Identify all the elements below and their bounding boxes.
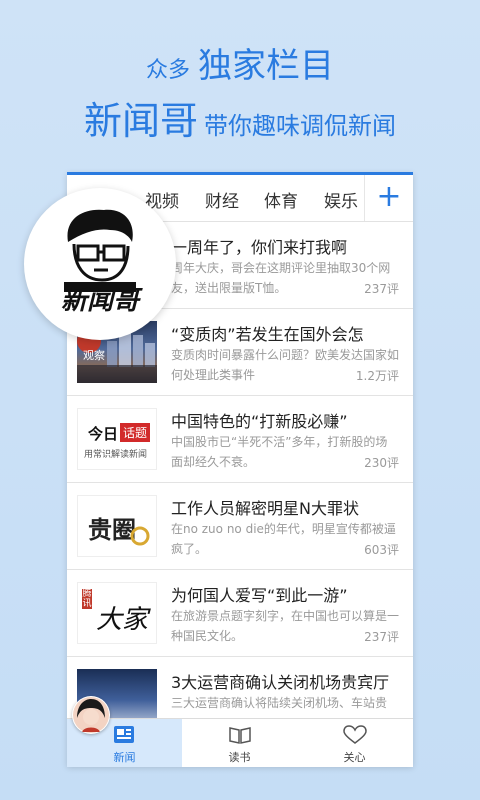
cartoon-face-icon [64, 209, 136, 292]
dajia-logo-text: 大家 [96, 605, 149, 635]
tab-finance[interactable]: 财经 [205, 187, 239, 212]
list-item[interactable]: 腾讯 大家 为何国人爱写“到此一游” 在旅游景点题字刻字，在中国也可以算是一种国… [67, 570, 413, 657]
nav-reading[interactable]: 读书 [182, 719, 297, 767]
comment-count: 603评 [362, 541, 399, 558]
list-item[interactable]: 3大运营商确认关闭机场贵宾厅 三大运营商确认将陆续关闭机场、车站贵 [67, 657, 413, 718]
guiquan-logo-mark-icon [130, 526, 150, 546]
nav-reading-label: 读书 [228, 751, 251, 764]
article-thumbnail: 今日 话题 用常识解读新闻 [77, 408, 157, 470]
article-title: 中国特色的“打新股必赚” [171, 412, 348, 431]
news-icon [114, 726, 134, 743]
xinwenge-logo-lens: 新闻哥 [24, 188, 176, 340]
promo-line-2-big: 新闻哥 [83, 99, 198, 143]
comment-count: 237评 [362, 628, 399, 645]
tab-entertainment[interactable]: 娱乐 [324, 187, 358, 212]
avatar-icon [73, 697, 109, 733]
jinri-logo-text: 今日 [88, 425, 119, 443]
article-thumbnail: 贵圈 [77, 495, 157, 557]
article-thumbnail: 腾讯 大家 [77, 582, 157, 644]
dajia-side-label: 腾讯 [82, 589, 92, 609]
tab-sports[interactable]: 体育 [264, 187, 298, 212]
comment-count: 1.2万评 [353, 367, 399, 384]
promo-line-1: 众多 独家栏目 [0, 38, 480, 87]
user-avatar[interactable] [72, 696, 110, 734]
add-tab-button[interactable]: + [364, 175, 413, 221]
list-item[interactable]: 今日 话题 用常识解读新闻 中国特色的“打新股必赚” 中国股市已“半死不活”多年… [67, 396, 413, 483]
article-summary: 三大运营商确认将陆续关闭机场、车站贵 [171, 696, 388, 710]
article-title: “变质肉”若发生在国外会怎 [171, 325, 364, 344]
promo-line-1-big: 独家栏目 [198, 46, 334, 86]
jinri-subtitle: 用常识解读新闻 [84, 450, 148, 460]
article-title: 工作人员解密明星N大罪状 [171, 499, 359, 518]
comment-count: 230评 [362, 454, 399, 471]
promo-line-1-small: 众多 [145, 58, 190, 83]
nav-care[interactable]: 关心 [297, 719, 412, 767]
heart-icon [343, 725, 367, 744]
article-title: 3大运营商确认关闭机场贵宾厅 [171, 673, 390, 692]
list-item[interactable]: 贵圈 工作人员解密明星N大罪状 在no zuo no die的年代，明星宣传都被… [67, 483, 413, 570]
xinwenge-logo-text: 新闻哥 [60, 286, 139, 316]
promo-line-2: 新闻哥 带你趣味调侃新闻 [0, 90, 480, 145]
book-icon [229, 727, 251, 744]
comment-count: 237评 [362, 280, 399, 297]
nav-care-label: 关心 [343, 751, 366, 764]
huati-badge: 话题 [120, 423, 151, 442]
bottom-nav: 新闻 读书 关心 [67, 718, 413, 767]
guiquan-logo-text: 贵圈 [88, 515, 136, 544]
promo-line-2-small: 带你趣味调侃新闻 [204, 112, 396, 140]
article-title: 为何国人爱写“到此一游” [171, 586, 348, 605]
nav-news-label: 新闻 [113, 751, 136, 764]
guancha-logo-text: 观察 [83, 349, 105, 362]
article-title: 一周年了，你们来打我啊 [171, 238, 348, 257]
